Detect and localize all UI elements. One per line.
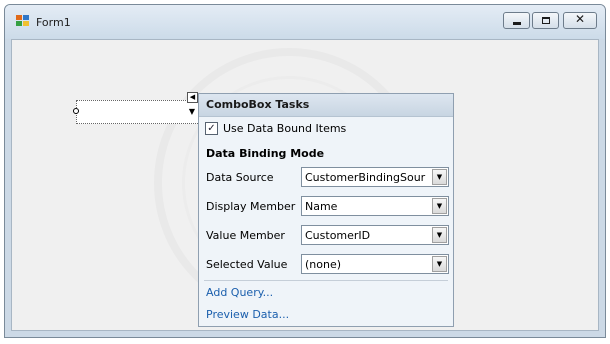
- data-source-dropdown[interactable]: CustomerBindingSour ▼: [301, 167, 449, 187]
- data-source-value: CustomerBindingSour: [305, 171, 426, 184]
- maximize-button[interactable]: [532, 12, 559, 29]
- display-member-label: Display Member: [206, 200, 296, 213]
- tasks-header: ComboBox Tasks: [199, 94, 453, 117]
- close-button[interactable]: ✕: [563, 12, 597, 29]
- chevron-down-icon[interactable]: ▼: [432, 256, 447, 272]
- data-source-label: Data Source: [206, 171, 274, 184]
- selected-value-label: Selected Value: [206, 258, 288, 271]
- combobox-control[interactable]: [76, 100, 200, 124]
- form-design-surface[interactable]: ▼ ◀ ComboBox Tasks ✓ Use Data Bound Item…: [11, 39, 599, 331]
- maximize-icon: [542, 17, 550, 24]
- resize-handle[interactable]: [73, 108, 79, 114]
- selected-value-row: Selected Value (none) ▼: [206, 254, 452, 274]
- close-icon: ✕: [574, 12, 586, 26]
- minimize-button[interactable]: [503, 12, 530, 29]
- data-source-row: Data Source CustomerBindingSour ▼: [206, 167, 452, 187]
- selected-value-value: (none): [305, 258, 342, 271]
- display-member-value: Name: [305, 200, 338, 213]
- chevron-down-icon[interactable]: ▼: [432, 227, 447, 243]
- data-binding-mode-title: Data Binding Mode: [206, 147, 325, 160]
- preview-data-link[interactable]: Preview Data...: [206, 308, 289, 321]
- display-member-dropdown[interactable]: Name ▼: [301, 196, 449, 216]
- use-data-bound-items-label[interactable]: Use Data Bound Items: [223, 122, 346, 135]
- value-member-label: Value Member: [206, 229, 285, 242]
- selected-value-dropdown[interactable]: (none) ▼: [301, 254, 449, 274]
- value-member-dropdown[interactable]: CustomerID ▼: [301, 225, 449, 245]
- tasks-divider: [204, 280, 448, 281]
- title-bar[interactable]: Form1 ✕: [5, 5, 605, 39]
- form1-window: Form1 ✕ ▼ ◀ ComboBox Tasks ✓ Use Data Bo…: [4, 4, 606, 338]
- combobox-dropdown-arrow-icon[interactable]: ▼: [186, 106, 198, 118]
- display-member-row: Display Member Name ▼: [206, 196, 452, 216]
- add-query-link[interactable]: Add Query...: [206, 286, 273, 299]
- smart-tag-icon[interactable]: ◀: [187, 92, 198, 103]
- use-data-bound-items-checkbox[interactable]: ✓: [205, 122, 218, 135]
- chevron-down-icon[interactable]: ▼: [432, 198, 447, 214]
- combobox-tasks-panel: ComboBox Tasks ✓ Use Data Bound Items Da…: [198, 93, 454, 327]
- minimize-icon: [513, 22, 521, 25]
- window-title: Form1: [36, 16, 71, 29]
- form-icon: [16, 15, 30, 27]
- value-member-row: Value Member CustomerID ▼: [206, 225, 452, 245]
- chevron-down-icon[interactable]: ▼: [432, 169, 447, 185]
- value-member-value: CustomerID: [305, 229, 371, 242]
